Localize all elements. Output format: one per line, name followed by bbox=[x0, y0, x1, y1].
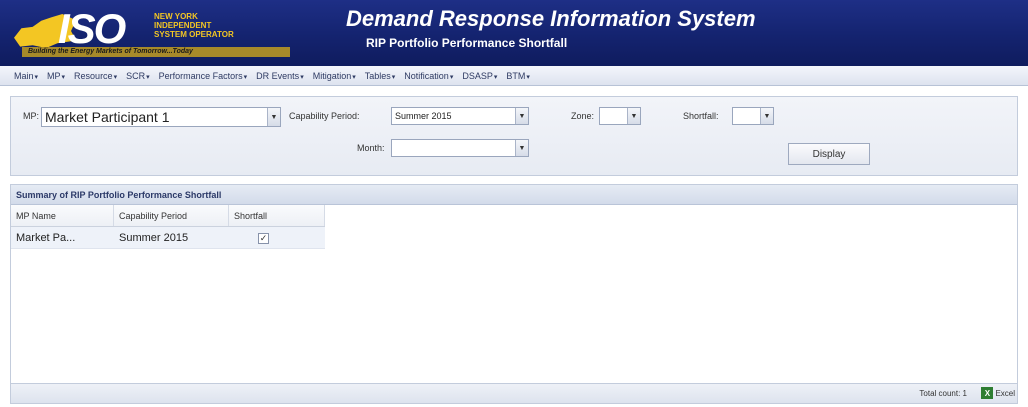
menu-resource[interactable]: Resource▾ bbox=[74, 71, 117, 81]
menu-dr-events[interactable]: DR Events▾ bbox=[256, 71, 304, 81]
table-row[interactable]: Market Pa... Summer 2015 ✓ bbox=[11, 227, 325, 249]
menu-dsasp[interactable]: DSASP▾ bbox=[462, 71, 497, 81]
chevron-down-icon: ▾ bbox=[352, 73, 356, 81]
menu-label: BTM bbox=[506, 70, 526, 81]
cell-capability-period: Summer 2015 bbox=[119, 232, 189, 244]
chevron-down-icon[interactable]: ▼ bbox=[267, 108, 280, 126]
menu-label: Main bbox=[14, 70, 34, 81]
grid-header-row: MP Name Capability Period Shortfall bbox=[11, 205, 325, 227]
chevron-down-icon: ▾ bbox=[243, 73, 248, 81]
chevron-down-icon[interactable]: ▼ bbox=[627, 108, 640, 124]
mp-select-value: Market Participant 1 bbox=[45, 109, 170, 125]
chevron-down-icon: ▾ bbox=[61, 73, 66, 81]
zone-select[interactable]: ▼ bbox=[599, 107, 641, 125]
capability-period-label: Capability Period: bbox=[289, 111, 360, 121]
chevron-down-icon[interactable]: ▼ bbox=[515, 108, 528, 124]
shortfall-label: Shortfall: bbox=[683, 111, 719, 121]
column-header-shortfall[interactable]: Shortfall bbox=[229, 205, 325, 226]
menu-btm[interactable]: BTM▾ bbox=[506, 71, 530, 81]
chevron-down-icon: ▾ bbox=[449, 73, 454, 81]
app-header: ISO NEW YORK INDEPENDENT SYSTEM OPERATOR… bbox=[0, 0, 1028, 66]
chevron-down-icon[interactable]: ▼ bbox=[515, 140, 528, 156]
menu-label: MP bbox=[47, 70, 61, 81]
logo-org-name: NEW YORK INDEPENDENT SYSTEM OPERATOR bbox=[154, 12, 284, 39]
capability-period-value: Summer 2015 bbox=[395, 111, 452, 121]
app-title: Demand Response Information System bbox=[346, 6, 756, 31]
logo-iso-text: ISO bbox=[58, 5, 126, 52]
total-count: Total count: 1 bbox=[919, 389, 967, 398]
menu-label: SCR bbox=[126, 70, 146, 81]
menu-label: Notification bbox=[404, 70, 449, 81]
menu-label: Tables bbox=[364, 70, 391, 81]
shortfall-select[interactable]: ▼ bbox=[732, 107, 774, 125]
excel-icon: X bbox=[981, 387, 994, 399]
cell-shortfall: ✓ bbox=[229, 227, 325, 248]
cell-mp-name: Market Pa... bbox=[16, 232, 76, 244]
logo-line: SYSTEM OPERATOR bbox=[154, 30, 234, 39]
menu-mitigation[interactable]: Mitigation▾ bbox=[313, 71, 356, 81]
logo-tagline: Building the Energy Markets of Tomorrow.… bbox=[22, 47, 290, 57]
results-grid: Summary of RIP Portfolio Performance Sho… bbox=[10, 184, 1018, 404]
menu-scr[interactable]: SCR▾ bbox=[126, 71, 150, 81]
logo-line: NEW YORK bbox=[154, 12, 198, 21]
chevron-down-icon: ▾ bbox=[34, 73, 39, 81]
menu-label: Performance Factors bbox=[158, 70, 243, 81]
menu-mp[interactable]: MP▾ bbox=[47, 71, 65, 81]
nyiso-logo: ISO NEW YORK INDEPENDENT SYSTEM OPERATOR… bbox=[14, 5, 296, 57]
menu-label: Mitigation bbox=[312, 70, 352, 81]
menu-label: Resource bbox=[74, 70, 113, 81]
month-label: Month: bbox=[357, 143, 385, 153]
menu-label: DSASP bbox=[462, 70, 493, 81]
menu-label: DR Events bbox=[256, 70, 300, 81]
mp-select[interactable]: Market Participant 1 ▼ bbox=[41, 107, 281, 127]
chevron-down-icon: ▾ bbox=[113, 73, 118, 81]
chevron-down-icon: ▾ bbox=[300, 73, 304, 81]
export-label: Excel bbox=[995, 388, 1015, 398]
capability-period-select[interactable]: Summer 2015 ▼ bbox=[391, 107, 529, 125]
menu-performance-factors[interactable]: Performance Factors▾ bbox=[159, 71, 248, 81]
menu-notification[interactable]: Notification▾ bbox=[404, 71, 453, 81]
mp-label: MP: bbox=[23, 111, 40, 121]
filter-panel: MP: Market Participant 1 ▼ Capability Pe… bbox=[10, 96, 1018, 176]
export-excel-button[interactable]: X Excel bbox=[981, 387, 1015, 399]
grid-title: Summary of RIP Portfolio Performance Sho… bbox=[11, 185, 1017, 205]
chevron-down-icon: ▾ bbox=[526, 73, 530, 81]
chevron-down-icon: ▾ bbox=[146, 73, 150, 81]
main-menu-bar: Main▾ MP▾ Resource▾ SCR▾ Performance Fac… bbox=[0, 66, 1028, 86]
month-select[interactable]: ▼ bbox=[391, 139, 529, 157]
grid-footer: Total count: 1 X Excel bbox=[11, 383, 1017, 403]
column-header-mp-name[interactable]: MP Name bbox=[11, 205, 114, 226]
chevron-down-icon: ▾ bbox=[391, 73, 396, 81]
menu-main[interactable]: Main▾ bbox=[14, 71, 38, 81]
page-subtitle: RIP Portfolio Performance Shortfall bbox=[366, 36, 568, 50]
chevron-down-icon: ▾ bbox=[493, 73, 498, 81]
column-header-capability-period[interactable]: Capability Period bbox=[114, 205, 229, 226]
logo-line: INDEPENDENT bbox=[154, 21, 212, 30]
shortfall-checkbox[interactable]: ✓ bbox=[258, 232, 269, 244]
menu-tables[interactable]: Tables▾ bbox=[365, 71, 396, 81]
zone-label: Zone: bbox=[571, 111, 595, 121]
display-button[interactable]: Display bbox=[788, 143, 870, 165]
chevron-down-icon[interactable]: ▼ bbox=[760, 108, 773, 124]
